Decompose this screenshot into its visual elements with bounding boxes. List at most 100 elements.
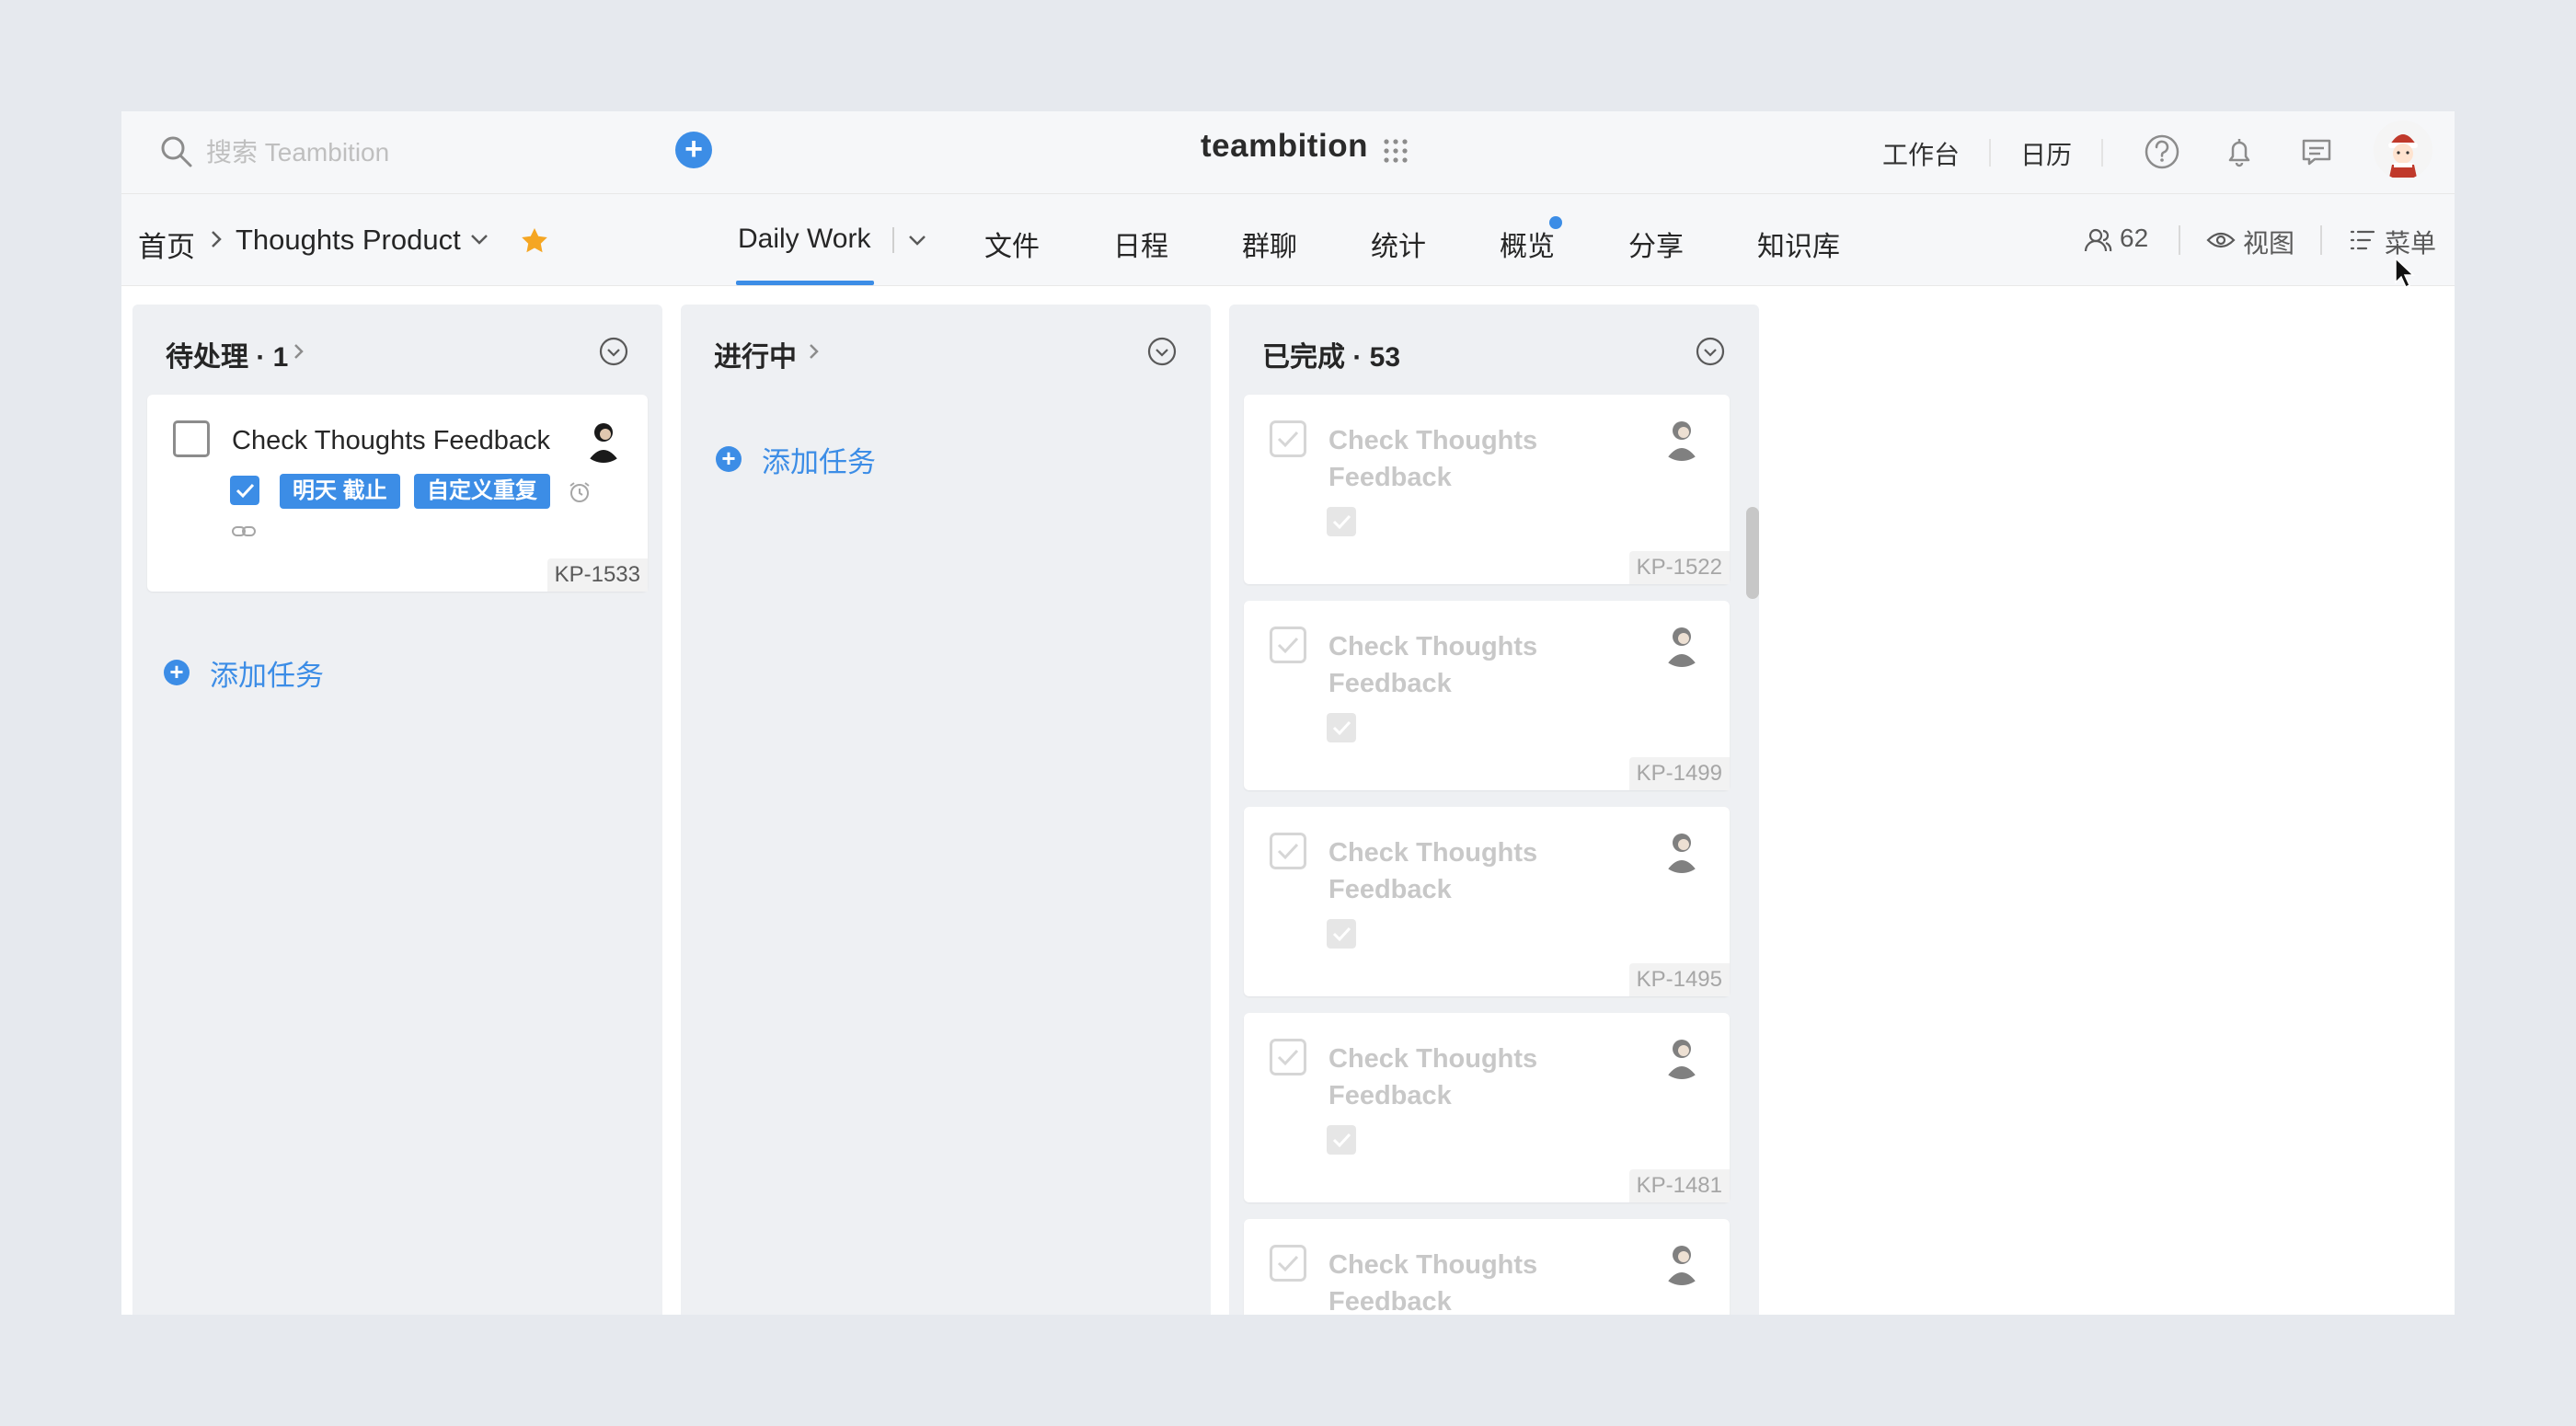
- link-icon[interactable]: [230, 518, 258, 546]
- eye-icon[interactable]: [2206, 225, 2236, 255]
- column-title[interactable]: 进行中: [714, 334, 797, 374]
- circle-chevron-icon[interactable]: [1146, 336, 1178, 367]
- user-avatar[interactable]: [2374, 121, 2432, 179]
- task-id: KP-1522: [1628, 551, 1730, 584]
- tab-share[interactable]: 分享: [1628, 224, 1684, 264]
- tab-group-chat[interactable]: 群聊: [1242, 224, 1297, 264]
- workbench-link[interactable]: 工作台: [1882, 135, 1960, 172]
- assignee-avatar[interactable]: [1658, 1031, 1706, 1079]
- tab-overview[interactable]: 概览: [1500, 224, 1555, 264]
- task-title-line[interactable]: Feedback: [1328, 871, 1660, 908]
- chevron-down-icon[interactable]: [905, 224, 929, 256]
- column-scrollbar[interactable]: [1746, 507, 1759, 599]
- notification-dot: [1549, 216, 1562, 229]
- avatar-illustration: [2374, 121, 2432, 179]
- alarm-icon[interactable]: [567, 479, 592, 505]
- circle-chevron-icon[interactable]: [598, 336, 629, 367]
- assignee-avatar[interactable]: [1658, 413, 1706, 461]
- task-card[interactable]: Check Thoughts Feedback KP-1481: [1244, 1013, 1730, 1202]
- project-nav-bar: 首页 Thoughts Product Daily Work 文件 日程 群聊 …: [121, 194, 2455, 286]
- subtask-check-icon[interactable]: [230, 476, 259, 505]
- assignee-avatar[interactable]: [1658, 825, 1706, 873]
- completed-checkbox[interactable]: [1270, 1039, 1306, 1075]
- avatar-illustration: [1658, 825, 1706, 873]
- top-bar: + teambition 工作台 日历: [121, 111, 2455, 194]
- brand-logo[interactable]: teambition: [1201, 128, 1368, 165]
- add-task-button[interactable]: 添加任务: [210, 652, 324, 694]
- completed-checkbox[interactable]: [1270, 833, 1306, 869]
- plus-icon[interactable]: [164, 657, 190, 686]
- completed-checkbox[interactable]: [1270, 1245, 1306, 1282]
- subtask-check-icon[interactable]: [1327, 713, 1356, 742]
- task-title-line[interactable]: Check Thoughts: [1328, 1247, 1660, 1283]
- task-title-line[interactable]: Check Thoughts: [1328, 834, 1660, 871]
- task-card[interactable]: Check Thoughts Feedback KP-1522: [1244, 395, 1730, 584]
- task-title[interactable]: Check Thoughts Feedback: [232, 422, 550, 459]
- column-title[interactable]: 已完成 · 53: [1262, 334, 1400, 374]
- tab-daily-work[interactable]: Daily Work: [738, 224, 870, 255]
- task-title-line[interactable]: Check Thoughts: [1328, 422, 1660, 459]
- task-id: KP-1481: [1628, 1169, 1730, 1202]
- chevron-right-icon[interactable]: [804, 338, 824, 365]
- repeat-tag[interactable]: 自定义重复: [414, 474, 550, 509]
- global-add-button[interactable]: +: [675, 132, 712, 168]
- app-window: + teambition 工作台 日历: [121, 111, 2455, 1315]
- column-done: 已完成 · 53 Check Thoughts Feedback KP-1522…: [1229, 305, 1759, 1315]
- chevron-down-icon[interactable]: [467, 224, 491, 255]
- breadcrumb-project[interactable]: Thoughts Product: [236, 224, 461, 257]
- tab-knowledge-base[interactable]: 知识库: [1757, 224, 1840, 264]
- circle-chevron-icon[interactable]: [1695, 336, 1726, 367]
- assignee-avatar[interactable]: [580, 415, 627, 463]
- task-title-line[interactable]: Check Thoughts: [1328, 1041, 1660, 1077]
- subtask-check-icon[interactable]: [1327, 919, 1356, 949]
- chevron-right-icon[interactable]: [289, 338, 309, 365]
- subtask-check-icon[interactable]: [1327, 507, 1356, 536]
- divider: [2320, 225, 2322, 255]
- kanban-board: 待处理 · 1 Check Thoughts Feedback 明天 截止 自定…: [121, 286, 2455, 1315]
- add-task-button[interactable]: 添加任务: [762, 439, 876, 480]
- tab-files[interactable]: 文件: [984, 224, 1040, 264]
- menu-button[interactable]: 菜单: [2385, 224, 2436, 260]
- tab-statistics[interactable]: 统计: [1371, 224, 1426, 264]
- bell-icon[interactable]: [2219, 132, 2260, 172]
- due-date-tag[interactable]: 明天 截止: [280, 474, 400, 509]
- calendar-link[interactable]: 日历: [2020, 135, 2072, 172]
- people-icon[interactable]: [2083, 225, 2112, 255]
- avatar-illustration: [1658, 1031, 1706, 1079]
- subtask-check-icon[interactable]: [1327, 1125, 1356, 1155]
- task-card[interactable]: Check Thoughts Feedback KP-1499: [1244, 601, 1730, 790]
- message-icon[interactable]: [2296, 132, 2337, 172]
- search-input[interactable]: [206, 132, 666, 174]
- task-card[interactable]: Check Thoughts Feedback 明天 截止 自定义重复 KP-1…: [147, 395, 648, 592]
- list-icon[interactable]: [2348, 225, 2377, 255]
- divider: [2101, 139, 2103, 167]
- task-title-line[interactable]: Feedback: [1328, 1283, 1660, 1315]
- task-title-line[interactable]: Check Thoughts: [1328, 628, 1660, 665]
- avatar-illustration: [1658, 413, 1706, 461]
- members-count[interactable]: 62: [2120, 224, 2148, 253]
- assignee-avatar[interactable]: [1658, 619, 1706, 667]
- task-checkbox[interactable]: [173, 420, 210, 457]
- divider: [1989, 139, 1991, 167]
- assignee-avatar[interactable]: [1658, 1237, 1706, 1285]
- breadcrumb-home[interactable]: 首页: [138, 224, 195, 265]
- plus-icon[interactable]: [716, 443, 742, 473]
- completed-checkbox[interactable]: [1270, 420, 1306, 457]
- task-card[interactable]: Check Thoughts Feedback KP-1495: [1244, 807, 1730, 996]
- task-title-line[interactable]: Feedback: [1328, 459, 1660, 496]
- plus-icon: +: [684, 132, 703, 167]
- column-in-progress: 进行中 添加任务: [681, 305, 1211, 1315]
- divider: [2179, 225, 2180, 255]
- task-title-line[interactable]: Feedback: [1328, 1077, 1660, 1114]
- task-title-line[interactable]: Feedback: [1328, 665, 1660, 702]
- star-icon[interactable]: [519, 225, 550, 257]
- avatar-illustration: [1658, 619, 1706, 667]
- task-card[interactable]: Check Thoughts Feedback: [1244, 1219, 1730, 1315]
- tab-schedule[interactable]: 日程: [1113, 224, 1168, 264]
- grid-icon[interactable]: [1382, 137, 1409, 165]
- help-icon[interactable]: [2142, 132, 2182, 172]
- completed-checkbox[interactable]: [1270, 627, 1306, 663]
- view-button[interactable]: 视图: [2243, 224, 2294, 260]
- column-title[interactable]: 待处理 · 1: [166, 334, 288, 374]
- active-tab-indicator: [736, 281, 874, 285]
